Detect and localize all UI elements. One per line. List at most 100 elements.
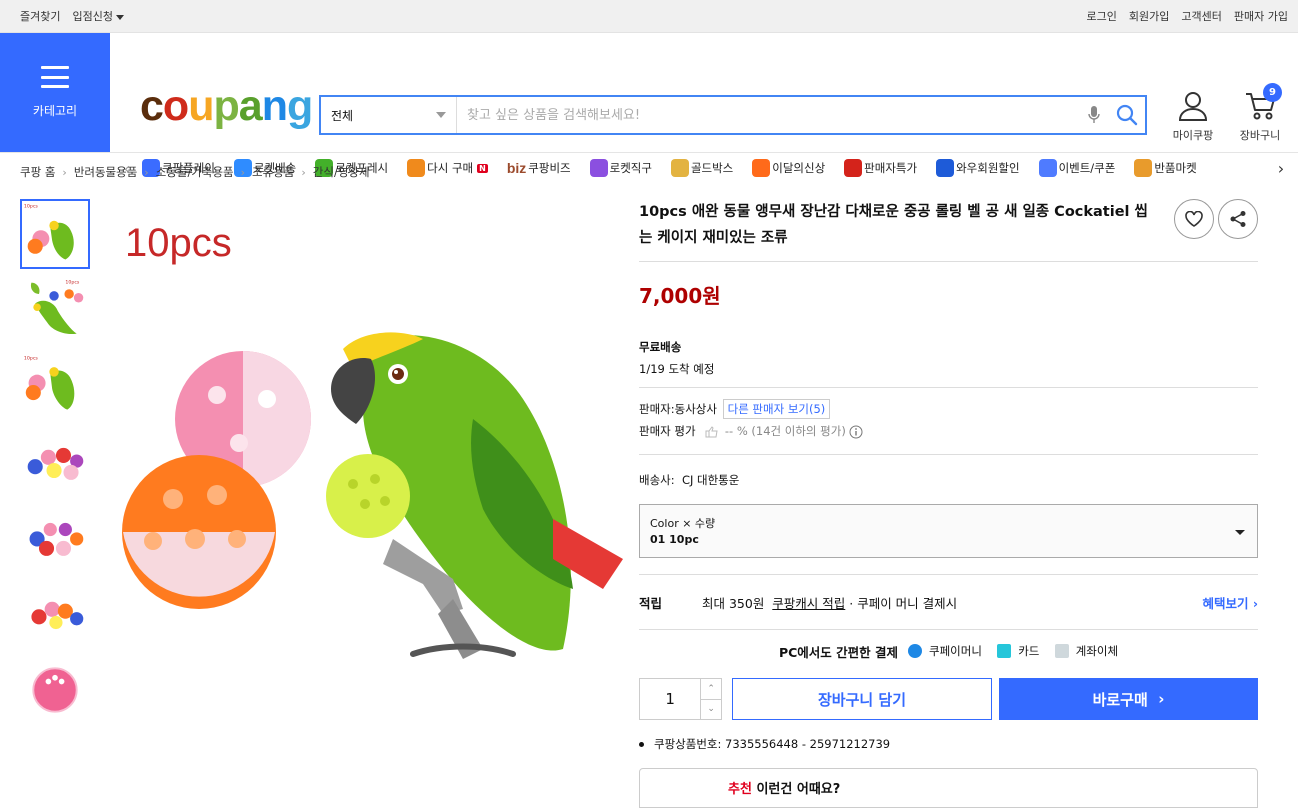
shipping-title: 무료배송 (639, 340, 682, 354)
shipping-info: 무료배송 1/19 도착 예정 (639, 339, 1258, 377)
thumbnail-3[interactable]: 10pcs (20, 351, 90, 421)
seller-signup-link[interactable]: 판매자 가입 (1234, 8, 1288, 24)
thumbnail-5[interactable] (20, 503, 90, 573)
breadcrumb-link[interactable]: 간식/영양제 (313, 164, 370, 180)
chevron-right-icon: › (240, 165, 246, 179)
thumb-caption: 10pcs (24, 204, 39, 210)
product-info: 10pcs 애완 동물 앵무새 장난감 다채로운 중공 롤링 벨 공 새 일종 … (639, 199, 1258, 808)
option-value: 01 10pc (650, 533, 699, 546)
customer-center-link[interactable]: 고객센터 (1181, 8, 1221, 24)
carrier-info: 배송사: CJ 대한통운 (639, 469, 1258, 491)
logo-letter: o (162, 82, 189, 130)
nav-next-icon[interactable]: › (1272, 159, 1290, 178)
product-price: 7,000원 (639, 284, 721, 308)
thumbnail-4[interactable] (20, 427, 90, 497)
thumbnail-7[interactable] (20, 655, 90, 725)
login-link[interactable]: 로그인 (1087, 8, 1117, 24)
breadcrumb-link[interactable]: 반려동물용품 (74, 164, 137, 180)
nav-item[interactable]: 반품마켓 (1134, 159, 1197, 177)
caret-down-icon (115, 14, 124, 20)
dropdown-triangle-icon (436, 112, 446, 118)
mycoupang-button[interactable]: 마이쿠팡 (1163, 91, 1223, 143)
divider (639, 387, 1258, 388)
thumbnail-1[interactable]: 10pcs (20, 199, 90, 269)
bullet (639, 741, 644, 747)
arrival-date: 1/19 도착 예정 (639, 362, 715, 376)
seller-info: 판매자:동사상사 다른 판매자 보기(5) 판매자 평가 -- % (14건 이… (639, 398, 1258, 442)
main-product-image[interactable]: 10pcs (113, 199, 625, 711)
reco-highlight: 추천 (728, 782, 752, 797)
coupang-logo[interactable]: coupang (140, 82, 313, 130)
nav-item-label: 다시 구매 (427, 161, 474, 175)
carrier-label: 배송사: (639, 473, 675, 487)
buy-now-button[interactable]: 바로구매 › (999, 678, 1258, 720)
bookmark-link[interactable]: 즐겨찾기 (20, 8, 60, 24)
breadcrumb-link[interactable]: 쿠팡 홈 (20, 164, 55, 180)
nav-item[interactable]: 로켓직구 (589, 159, 652, 177)
breadcrumb-link[interactable]: 조류용품 (252, 164, 294, 180)
payment-method: 계좌이체 (1075, 644, 1119, 658)
basket-icon (407, 159, 426, 177)
seller-apply-link[interactable]: 입점신청 (72, 8, 124, 24)
nav-item[interactable]: 이벤트/쿠폰 (1038, 159, 1115, 177)
thumb-caption: 10pcs (24, 356, 39, 362)
search-category-select[interactable]: 전체 (321, 97, 457, 133)
nav-item-label: 쿠팡비즈 (528, 161, 571, 175)
top-utility-bar: 즐겨찾기 입점신청 로그인 회원가입 고객센터 판매자 가입 (0, 0, 1298, 33)
reward-amount: 최대 350원 (702, 595, 765, 611)
nav-item[interactable]: 와우회원할인 (936, 159, 1020, 177)
microphone-icon[interactable] (1079, 105, 1109, 125)
nav-item[interactable]: biz 쿠팡비즈 (507, 159, 571, 177)
wishlist-button[interactable] (1174, 199, 1214, 239)
logo-letter: a (238, 82, 263, 130)
option-label: Color × 수량 (650, 517, 716, 530)
add-to-cart-button[interactable]: 장바구니 담기 (732, 678, 992, 720)
payment-method: 카드 (1018, 644, 1040, 658)
thumbnail-6[interactable] (20, 579, 90, 649)
search-button[interactable] (1109, 104, 1145, 126)
nav-item[interactable]: 판매자특가 (844, 159, 917, 177)
thumbs-up-icon (705, 425, 718, 437)
share-button[interactable] (1218, 199, 1258, 239)
quantity-input[interactable]: 1 (640, 679, 700, 719)
benefits-link[interactable]: 혜택보기 › (1202, 593, 1258, 612)
seller-label: 판매자: (639, 402, 675, 416)
nav-item[interactable]: 다시 구매 N (407, 159, 488, 177)
dropdown-triangle-icon (1235, 530, 1245, 535)
cart-button[interactable]: 9 장바구니 (1230, 83, 1290, 143)
quantity-up-icon[interactable]: ⌃ (701, 679, 721, 700)
hamburger-icon (41, 66, 69, 88)
carrier-name: CJ 대한통운 (681, 473, 740, 487)
breadcrumb-link[interactable]: 소동물/가축용품 (156, 164, 234, 180)
signup-link[interactable]: 회원가입 (1129, 8, 1169, 24)
logo-letter: u (188, 82, 214, 130)
coupang-cash-link[interactable]: 쿠팡캐시 적립 (772, 593, 845, 612)
nav-item-label: 골드박스 (690, 161, 734, 175)
quantity-down-icon[interactable]: ⌄ (701, 700, 721, 720)
thumbnail-2[interactable]: 10pcs (20, 275, 90, 345)
yellow-ball (326, 454, 410, 538)
mycoupang-label: 마이쿠팡 (1172, 129, 1214, 142)
reward-row: 적립 최대 350원 쿠팡캐시 적립 · 쿠페이 머니 결제시 혜택보기 › (639, 575, 1258, 629)
logo-letter: p (213, 82, 239, 130)
category-button[interactable]: 카테고리 (0, 33, 110, 152)
payment-methods: PC에서도 간편한 결제 쿠페이머니 카드 계좌이체 (639, 630, 1258, 672)
nav-item[interactable]: 이달의신상 (752, 159, 825, 177)
seller-rating-label: 판매자 평가 (639, 424, 696, 438)
benefits-label: 혜택보기 (1202, 595, 1249, 611)
rocket-global-icon (589, 159, 608, 177)
other-sellers-button[interactable]: 다른 판매자 보기(5) (722, 399, 831, 419)
nav-item-label: 와우회원할인 (956, 161, 1020, 175)
percent-badge-icon (844, 159, 863, 177)
product-id: 쿠팡상품번호: 7335556448 - 25971212739 (639, 736, 1258, 752)
product-title: 10pcs 애완 동물 앵무새 장난감 다채로운 중공 롤링 벨 공 새 일종 … (639, 204, 1148, 246)
header: 카테고리 coupang 전체 마이쿠팡 9 장바구니 ‹ 쿠팡플레이로켓배송로… (0, 33, 1298, 178)
seller-name: 동사상사 (674, 402, 717, 416)
search-input[interactable] (457, 97, 1079, 133)
search-icon (1116, 104, 1138, 126)
option-select[interactable]: Color × 수량 01 10pc (639, 504, 1258, 558)
info-icon[interactable] (849, 425, 863, 439)
nav-item[interactable]: 골드박스 (670, 159, 734, 177)
nav-item-label: 이달의신상 (772, 161, 826, 175)
chevron-right-icon: › (144, 165, 149, 179)
